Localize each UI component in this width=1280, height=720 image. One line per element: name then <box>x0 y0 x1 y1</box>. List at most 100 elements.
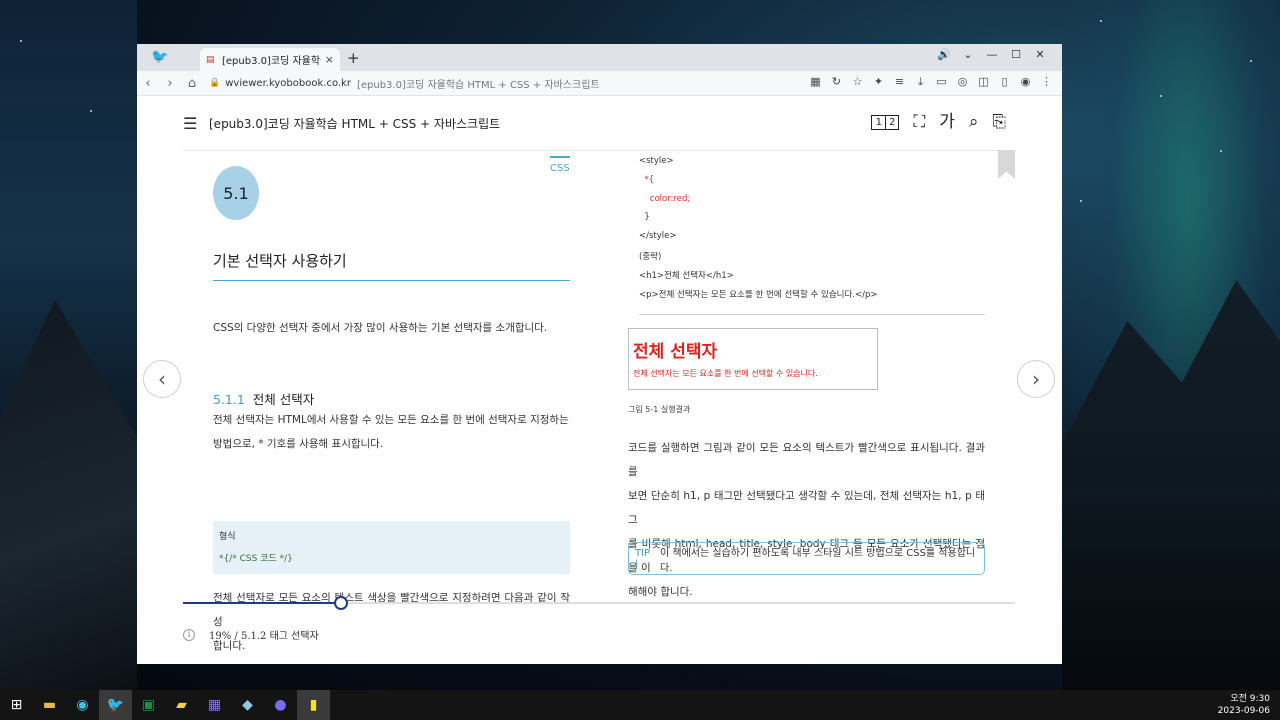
progress-label: 19% / 5.1.2 태그 선택자 <box>209 631 319 642</box>
double-page-option[interactable]: 2 <box>885 115 898 129</box>
category-tag: CSS <box>550 156 570 174</box>
edge-browser-icon[interactable]: ◉ <box>66 690 99 720</box>
info-icon[interactable]: i <box>183 628 195 641</box>
sticky-notes-icon[interactable]: ▰ <box>165 690 198 720</box>
back-button[interactable]: ‹ <box>137 76 159 91</box>
subsection-heading: 5.1.1 전체 선택자 <box>213 389 314 408</box>
tab-title: [epub3.0]코딩 자율학습 HTML + CSS + 자바스크립트 <box>222 56 321 67</box>
profile-icon[interactable]: ◉ <box>1018 75 1033 89</box>
subsection-number: 5.1.1 <box>213 392 245 407</box>
file-explorer-icon[interactable]: ▬ <box>33 690 66 720</box>
chapter-number: 5.1 <box>213 166 259 220</box>
search-icon[interactable]: ⌕ <box>969 113 979 131</box>
paragraph-line: 코드를 실행하면 그림과 같이 모든 요소의 텍스트가 빨간색으로 표시됩니다.… <box>628 442 985 478</box>
wallpaper-star <box>1080 200 1082 202</box>
font-setting-button[interactable]: 가 <box>939 113 955 131</box>
book-title: [epub3.0]코딩 자율학습 HTML + CSS + 자바스크립트 <box>209 116 501 131</box>
reading-list-icon[interactable]: ≡ <box>892 75 907 89</box>
more-menu-icon[interactable]: ⋮ <box>1039 75 1054 89</box>
toolbar-icons: ▦ ↻ ☆ ✦ ≡ ⤓ ▭ ◎ ◫ ▯ ◉ ⋮ <box>808 75 1054 89</box>
chevron-down-icon[interactable]: ⌄ <box>956 46 980 64</box>
page-layout-toggle[interactable]: 1 2 <box>871 114 900 130</box>
progress-fill <box>183 602 341 604</box>
capture-icon[interactable]: ◎ <box>955 75 970 89</box>
wallpaper-star <box>1220 150 1222 152</box>
close-window-button[interactable]: ✕ <box>1028 46 1052 64</box>
prev-page-button[interactable]: ‹ <box>143 360 181 398</box>
code-line: (중략) <box>639 251 662 262</box>
speaker-icon[interactable]: 🔊 <box>932 46 956 64</box>
wallpaper-star <box>1160 95 1162 97</box>
section-intro: CSS의 다양한 선택자 중에서 가장 많이 사용하는 기본 선택자를 소개합니… <box>213 322 548 334</box>
bookmark-ribbon-icon[interactable] <box>998 150 1015 179</box>
minimize-button[interactable]: — <box>980 46 1004 64</box>
tab-close-button[interactable]: × <box>325 53 334 66</box>
paragraph: 코드를 실행하면 그림과 같이 모든 요소의 텍스트가 빨간색으로 표시됩니다.… <box>628 436 985 604</box>
code-line: </style> <box>639 231 677 242</box>
fullscreen-icon[interactable]: ⛶ <box>913 113 925 131</box>
home-button[interactable]: ⌂ <box>181 76 203 91</box>
code-divider <box>639 314 985 315</box>
wallpaper-star <box>1250 60 1252 62</box>
taskbar: ⊞ ▬ ◉ 🐦 ▣ ▰ ▦ ◆ ● ▮ 오전 9:30 2023-09-06 <box>0 690 1280 720</box>
reading-progress-slider[interactable] <box>183 596 1015 610</box>
notepad-icon[interactable]: ◆ <box>231 690 264 720</box>
clock-time: 오전 9:30 <box>1230 694 1270 704</box>
paragraph-line: 해해야 합니다. <box>628 586 693 598</box>
refresh-icon[interactable]: ↻ <box>829 75 844 89</box>
paragraph: 전체 선택자로 모든 요소의 텍스트 색상을 빨간색으로 지정하려면 다음과 같… <box>213 586 570 658</box>
sidebar-icon[interactable]: ▯ <box>997 75 1012 89</box>
favorite-icon[interactable]: ☆ <box>850 75 865 89</box>
wallpaper-star <box>20 40 22 42</box>
forward-button[interactable]: › <box>159 76 181 91</box>
paragraph-line: 보면 단순히 h1, p 태그만 선택됐다고 생각할 수 있는데, 전체 선택자… <box>628 490 985 526</box>
kakaotalk-icon[interactable]: ▮ <box>297 690 330 720</box>
viewer-header: ☰ [epub3.0]코딩 자율학습 HTML + CSS + 자바스크립트 1… <box>183 96 1016 151</box>
paragraph-line: 방법으로, * 기호를 사용해 표시합니다. <box>213 438 384 450</box>
bookmark-list-icon[interactable]: ⎘ <box>992 113 1006 131</box>
start-button-icon[interactable]: ⊞ <box>0 690 33 720</box>
syntax-box: 형식 *{/* CSS 코드 */} <box>213 521 570 574</box>
excel-icon[interactable]: ▣ <box>132 690 165 720</box>
code-line: <style> <box>639 156 674 166</box>
progress-handle[interactable] <box>334 596 348 610</box>
lock-icon: 🔒 <box>209 78 221 88</box>
single-page-option[interactable]: 1 <box>872 116 885 129</box>
toc-menu-icon[interactable]: ☰ <box>183 114 209 133</box>
next-page-button[interactable]: › <box>1017 360 1055 398</box>
camera-icon[interactable]: ▭ <box>934 75 949 89</box>
maximize-button[interactable]: ☐ <box>1004 46 1028 64</box>
extension-icon[interactable]: ✦ <box>871 75 886 89</box>
qr-icon[interactable]: ▦ <box>808 75 823 89</box>
window-controls: 🔊 ⌄ — ☐ ✕ <box>932 46 1052 64</box>
download-icon[interactable]: ⤓ <box>913 75 928 89</box>
browser-tab[interactable]: ▤ [epub3.0]코딩 자율학습 HTML + CSS + 자바스크립트 × <box>200 48 340 71</box>
code-line: <h1>전체 선택자</h1> <box>639 270 734 281</box>
split-view-icon[interactable]: ◫ <box>976 75 991 89</box>
wallpaper-star <box>90 110 92 112</box>
system-clock[interactable]: 오전 9:30 2023-09-06 <box>1218 693 1270 717</box>
paragraph: 전체 선택자는 HTML에서 사용할 수 있는 모든 요소를 한 번에 선택자로… <box>213 408 570 456</box>
new-tab-button[interactable]: + <box>347 49 360 67</box>
code-line: } <box>639 212 650 223</box>
section-divider <box>213 280 570 281</box>
browser-toolbar: ‹ › ⌂ 🔒 wviewer.kyobobook.co.kr [epub3.0… <box>137 71 1062 96</box>
url-page-title: [epub3.0]코딩 자율학습 HTML + CSS + 자바스크립트 <box>356 79 600 91</box>
clock-date: 2023-09-06 <box>1217 706 1270 716</box>
bird-logo-icon[interactable]: 🐦 <box>151 49 168 65</box>
syntax-code: *{/* CSS 코드 */} <box>219 554 293 564</box>
wallpaper-star <box>1100 20 1102 22</box>
code-line: *{ <box>639 174 655 185</box>
result-preview: 전체 선택자 전체 선택자는 모든 요소를 한 번에 선택할 수 있습니다. <box>628 328 878 390</box>
paragraph-line: 전체 선택자는 HTML에서 사용할 수 있는 모든 요소를 한 번에 선택자로… <box>213 414 569 426</box>
tab-bar: 🐦 ▤ [epub3.0]코딩 자율학습 HTML + CSS + 자바스크립트… <box>137 44 1062 71</box>
figure-caption: 그림 5-1 실행결과 <box>628 405 691 414</box>
result-paragraph: 전체 선택자는 모든 요소를 한 번에 선택할 수 있습니다. <box>633 369 818 378</box>
discord-icon[interactable]: ● <box>264 690 297 720</box>
url-host: wviewer.kyobobook.co.kr <box>225 77 351 89</box>
section-title: 기본 선택자 사용하기 <box>213 252 347 270</box>
tip-text: 이 책에서는 실습하기 편하도록 내부 스타일 시트 방법으로 CSS를 적용합… <box>660 547 976 574</box>
app-grid-icon[interactable]: ▦ <box>198 690 231 720</box>
whale-browser-icon[interactable]: 🐦 <box>99 690 132 720</box>
address-bar[interactable]: 🔒 wviewer.kyobobook.co.kr [epub3.0]코딩 자율… <box>209 76 600 91</box>
